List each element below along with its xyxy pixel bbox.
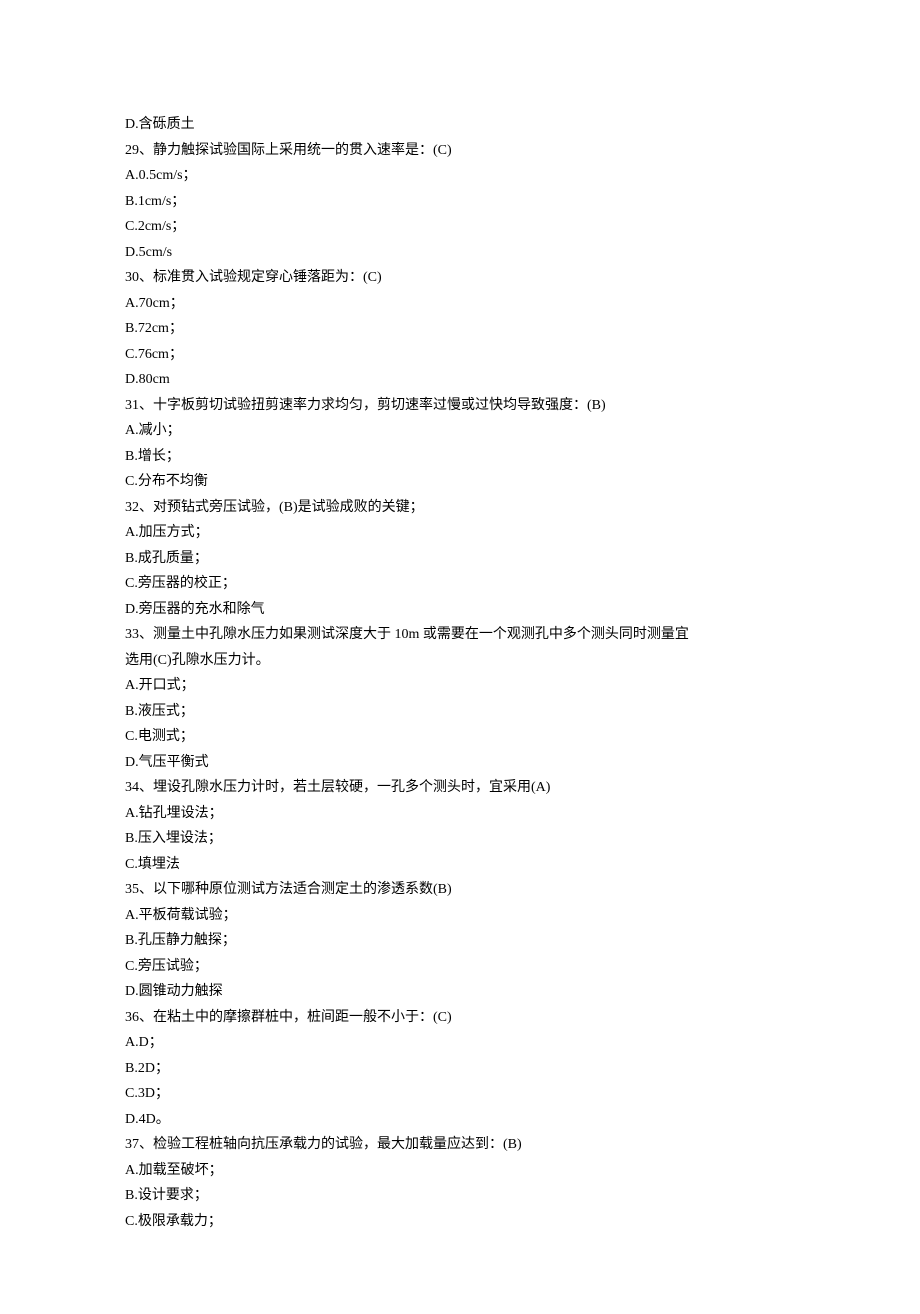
text-line: A.钻孔埋设法； <box>125 801 795 827</box>
text-line: C.76cm； <box>125 342 795 368</box>
text-line: D.旁压器的充水和除气 <box>125 597 795 623</box>
document-page: D.含砾质土 29、静力触探试验国际上采用统一的贯入速率是：(C) A.0.5c… <box>0 0 920 1314</box>
text-line: C.2cm/s； <box>125 214 795 240</box>
text-line: B.2D； <box>125 1056 795 1082</box>
text-line: C.填埋法 <box>125 852 795 878</box>
text-line: C.电测式； <box>125 724 795 750</box>
text-line: B.液压式； <box>125 699 795 725</box>
text-line: A.0.5cm/s； <box>125 163 795 189</box>
text-line: B.设计要求； <box>125 1183 795 1209</box>
text-line: B.成孔质量； <box>125 546 795 572</box>
text-line: A.70cm； <box>125 291 795 317</box>
text-line: B.增长； <box>125 444 795 470</box>
text-line: D.气压平衡式 <box>125 750 795 776</box>
text-line: A.平板荷载试验； <box>125 903 795 929</box>
text-line: 35、以下哪种原位测试方法适合测定土的渗透系数(B) <box>125 877 795 903</box>
text-line: 30、标准贯入试验规定穿心锤落距为：(C) <box>125 265 795 291</box>
text-line: D.4D。 <box>125 1107 795 1133</box>
text-line: B.72cm； <box>125 316 795 342</box>
text-line: 选用(C)孔隙水压力计。 <box>125 648 795 674</box>
text-line: 33、测量土中孔隙水压力如果测试深度大于 10m 或需要在一个观测孔中多个测头同… <box>125 622 795 648</box>
text-line: C.旁压器的校正； <box>125 571 795 597</box>
text-line: 37、检验工程桩轴向抗压承载力的试验，最大加载量应达到：(B) <box>125 1132 795 1158</box>
text-line: 34、埋设孔隙水压力计时，若土层较硬，一孔多个测头时，宜采用(A) <box>125 775 795 801</box>
text-line: A.加压方式； <box>125 520 795 546</box>
text-line: B.1cm/s； <box>125 189 795 215</box>
text-line: D.含砾质土 <box>125 112 795 138</box>
text-line: B.压入埋设法； <box>125 826 795 852</box>
text-line: A.加载至破坏； <box>125 1158 795 1184</box>
text-line: D.5cm/s <box>125 240 795 266</box>
text-line: 36、在粘土中的摩擦群桩中，桩间距一般不小于：(C) <box>125 1005 795 1031</box>
text-line: 29、静力触探试验国际上采用统一的贯入速率是：(C) <box>125 138 795 164</box>
text-line: 32、对预钻式旁压试验，(B)是试验成败的关键； <box>125 495 795 521</box>
text-line: B.孔压静力触探； <box>125 928 795 954</box>
text-line: D.圆锥动力触探 <box>125 979 795 1005</box>
text-line: C.旁压试验； <box>125 954 795 980</box>
text-line: C.分布不均衡 <box>125 469 795 495</box>
text-line: C.极限承载力； <box>125 1209 795 1235</box>
text-line: A.开口式； <box>125 673 795 699</box>
text-line: A.D； <box>125 1030 795 1056</box>
text-line: 31、十字板剪切试验扭剪速率力求均匀，剪切速率过慢或过快均导致强度：(B) <box>125 393 795 419</box>
text-line: A.减小； <box>125 418 795 444</box>
text-line: D.80cm <box>125 367 795 393</box>
text-line: C.3D； <box>125 1081 795 1107</box>
